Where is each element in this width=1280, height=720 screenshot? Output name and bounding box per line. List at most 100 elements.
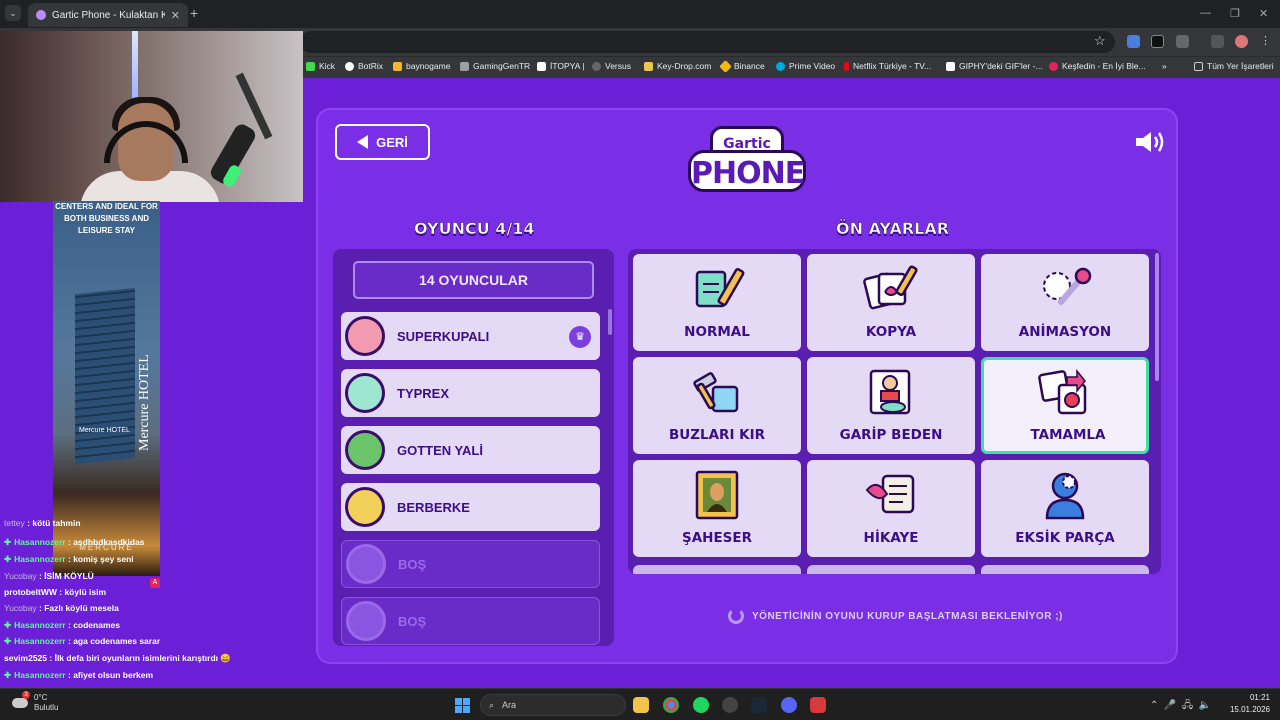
bookmarks-overflow-button[interactable]: »	[1162, 61, 1167, 71]
maximize-icon[interactable]: ❐	[1230, 7, 1240, 20]
bookmark-star-icon[interactable]: ☆	[1094, 33, 1106, 49]
strange-body-icon	[869, 369, 911, 415]
extension-icon[interactable]	[1151, 35, 1164, 48]
player-avatar	[345, 487, 385, 527]
player-row: BERBERKE	[341, 483, 600, 531]
mod-badge-icon: ✚	[4, 636, 12, 646]
address-bar[interactable]	[300, 31, 1115, 53]
empty-slot: BOŞ	[341, 597, 600, 645]
bookmark-item[interactable]: İTOPYA |	[537, 61, 585, 71]
chat-message: Yucobay : İSİM KÖYLÜ	[4, 571, 94, 581]
file-explorer-icon[interactable]	[633, 697, 649, 713]
tab-active[interactable]: Gartic Phone - Kulaktan Kulağa ✕	[28, 3, 188, 27]
bookmark-item[interactable]: GamingGenTR	[460, 61, 530, 71]
chrome-icon[interactable]	[663, 697, 679, 713]
tab-bar: ⌄ Gartic Phone - Kulaktan Kulağa ✕ + — ❐…	[0, 0, 1280, 28]
botrix-icon	[345, 61, 354, 71]
binance-icon	[719, 59, 732, 73]
players-title: OYUNCU 4/14	[414, 219, 535, 239]
system-tray[interactable]: ⌃ 🎤 🖧 🔈	[1150, 698, 1211, 715]
chat-message: ✚ Hasannozerr : komiş şey seni	[4, 554, 134, 564]
baynogame-icon	[393, 61, 402, 71]
preset-kopya[interactable]: KOPYA	[807, 254, 975, 351]
browser-menu-icon[interactable]: ⋮	[1260, 35, 1273, 48]
bookmark-item[interactable]: Versus	[592, 61, 631, 71]
bookmark-item[interactable]: Binance	[719, 59, 765, 73]
bookmark-item[interactable]: GIPHY'deki GIF'ler -...	[946, 61, 1043, 71]
host-crown-icon: ♛	[569, 326, 591, 348]
empty-slot: BOŞ	[341, 540, 600, 588]
new-tab-button[interactable]: +	[190, 5, 198, 21]
ad-badge-icon: A	[150, 578, 160, 588]
back-button[interactable]: GERİ	[335, 124, 430, 160]
preset-tamamla[interactable]: TAMAMLA	[981, 357, 1149, 454]
preset-hikaye[interactable]: HİKAYE	[807, 460, 975, 557]
taskbar-search[interactable]: ⌕ Ara	[480, 694, 626, 716]
tab-search-button[interactable]: ⌄	[5, 5, 21, 21]
windows-start-icon[interactable]	[455, 698, 470, 713]
translate-extension-icon[interactable]	[1127, 35, 1140, 48]
chat-message: tettey : kötü tahmin	[4, 518, 81, 528]
back-arrow-icon	[357, 135, 369, 149]
presets-title: ÖN AYARLAR	[836, 219, 950, 239]
player-list-scrollbar[interactable]	[608, 309, 612, 335]
all-bookmarks-folder[interactable]: Tüm Yer İşaretleri	[1194, 61, 1274, 71]
cloud-icon	[12, 698, 28, 708]
minimize-icon[interactable]: —	[1200, 7, 1211, 19]
profile-avatar[interactable]	[1235, 35, 1248, 48]
chat-message: protobeltWW : köylü isim	[4, 587, 107, 597]
player-row: SUPERKUPALI ♛	[341, 312, 600, 360]
empty-avatar-icon	[346, 601, 386, 641]
temperature: 0°C	[34, 693, 48, 702]
preset-row-partial	[981, 565, 1149, 574]
chat-message: ✚ Hasannozerr : afiyet olsun berkem	[4, 670, 154, 680]
extensions-puzzle-icon[interactable]	[1176, 35, 1189, 48]
kick-icon	[306, 61, 315, 71]
gartic-favicon-icon	[36, 10, 46, 20]
player-avatar	[345, 373, 385, 413]
bookmark-item[interactable]: Kick	[306, 61, 335, 71]
tab-title: Gartic Phone - Kulaktan Kulağa	[52, 9, 165, 21]
preset-eksik-parca[interactable]: EKSİK PARÇA	[981, 460, 1149, 557]
steam-icon[interactable]	[751, 697, 767, 713]
player-row: TYPREX	[341, 369, 600, 417]
player-count-select[interactable]: 14 OYUNCULAR	[353, 261, 594, 299]
bookmark-item[interactable]: baynogame	[393, 61, 450, 71]
close-window-icon[interactable]: ✕	[1259, 7, 1268, 20]
tab-close-icon[interactable]: ✕	[171, 9, 180, 22]
puzzle-complete-icon	[1038, 368, 1087, 415]
speaker-icon[interactable]	[1134, 130, 1166, 154]
discord-icon[interactable]	[781, 697, 797, 713]
spotify-icon[interactable]	[693, 697, 709, 713]
folder-icon	[1194, 61, 1203, 71]
reading-list-icon[interactable]	[1211, 35, 1224, 48]
bookmark-item[interactable]: Keşfedin - En İyi Ble...	[1049, 61, 1146, 71]
preset-buzlari-kir[interactable]: BUZLARI KIR	[633, 357, 801, 454]
ice-hammer-icon	[693, 372, 739, 413]
mod-badge-icon: ✚	[4, 537, 12, 547]
preset-animasyon[interactable]: ANİMASYON	[981, 254, 1149, 351]
bookmark-item[interactable]: Prime Video	[776, 61, 835, 71]
prime-video-icon	[776, 61, 785, 71]
waiting-status: YÖNETİCİNİN OYUNU KURUP BAŞLATMASI BEKLE…	[728, 608, 1063, 624]
weather-widget[interactable]: 3 0°C Bulutlu	[12, 691, 58, 713]
app-icon[interactable]	[810, 697, 826, 713]
chat-message: ✚ Hasannozerr : asdhbdkasdkidas	[4, 537, 145, 547]
player-list: 14 OYUNCULAR SUPERKUPALI ♛ TYPREX GOTTEN…	[333, 249, 614, 646]
preset-garip-beden[interactable]: GARİP BEDEN	[807, 357, 975, 454]
bookmark-item[interactable]: Netflix Türkiye - TV...	[844, 61, 931, 71]
player-avatar	[345, 316, 385, 356]
preset-row-partial	[807, 565, 975, 574]
preset-normal[interactable]: NORMAL	[633, 254, 801, 351]
chat-message: ✚ Hasannozerr : aga codenames sarar	[4, 636, 161, 646]
preset-scrollbar[interactable]	[1155, 253, 1159, 381]
preset-saheser[interactable]: ŞAHESER	[633, 460, 801, 557]
clock[interactable]: 01:21 15.01.2026	[1226, 692, 1270, 716]
bookmark-item[interactable]: BotRix	[345, 61, 383, 71]
netflix-icon	[844, 61, 849, 71]
mod-badge-icon: ✚	[4, 620, 12, 630]
obs-icon[interactable]	[722, 697, 738, 713]
missing-piece-icon	[1045, 472, 1085, 520]
giphy-icon	[946, 61, 955, 71]
bookmark-item[interactable]: Key-Drop.com	[644, 61, 711, 71]
